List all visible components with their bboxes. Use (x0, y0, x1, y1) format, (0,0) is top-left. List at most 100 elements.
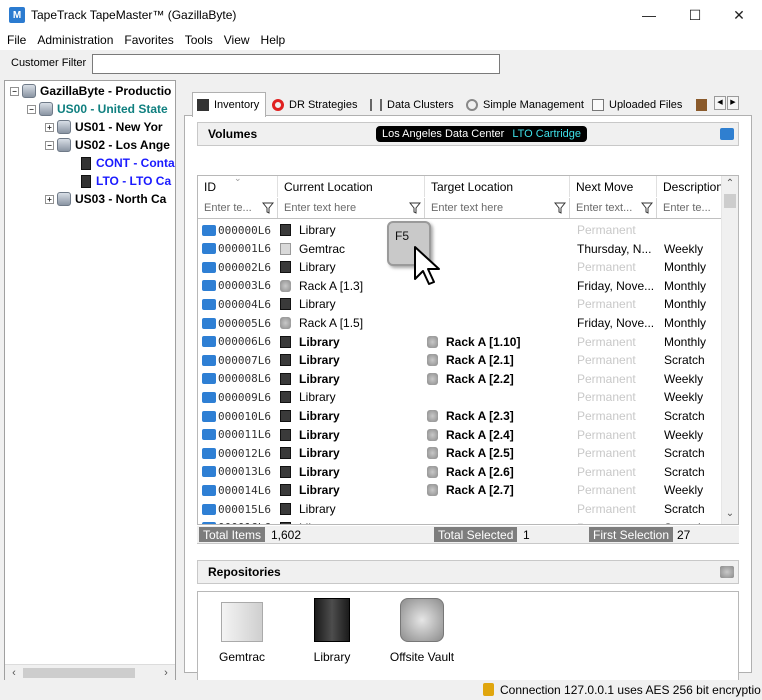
tree-node-us00[interactable]: − US00 - United State (27, 100, 168, 118)
filter-id-input[interactable]: Enter te... (198, 198, 278, 218)
description-cell[interactable]: Scratch (664, 444, 724, 462)
next-move-cell[interactable]: Permanent (577, 407, 657, 425)
filter-description-input[interactable]: Enter te... (657, 198, 723, 218)
target-location-cell[interactable]: Rack A [2.4] (427, 426, 567, 444)
current-location-cell[interactable]: Library (280, 481, 422, 499)
tree-node-us02[interactable]: − US02 - Los Ange (45, 136, 170, 154)
tree-node-us01[interactable]: + US01 - New Yor (45, 118, 163, 136)
target-location-cell[interactable] (427, 295, 567, 313)
volume-id-cell[interactable]: 000002L6 (202, 258, 278, 276)
filter-target-location-input[interactable]: Enter text here (425, 198, 570, 218)
repository-offsite-vault[interactable]: Offsite Vault (382, 598, 462, 664)
table-row[interactable]: 000001L6 Gemtrac Thursday, N... Weekly (198, 240, 723, 258)
repository-library[interactable]: Library (292, 598, 372, 664)
close-button[interactable]: ✕ (716, 0, 762, 30)
volume-id-cell[interactable]: 000014L6 (202, 481, 278, 499)
filter-current-location-input[interactable]: Enter text here (278, 198, 425, 218)
target-location-cell[interactable]: Rack A [2.7] (427, 481, 567, 499)
next-move-cell[interactable]: Permanent (577, 444, 657, 462)
tree-node-us03[interactable]: + US03 - North Ca (45, 190, 166, 208)
target-location-cell[interactable] (427, 519, 567, 524)
column-header-description[interactable]: Description (657, 176, 723, 197)
volume-id-cell[interactable]: 000011L6 (202, 426, 278, 444)
scroll-right-icon[interactable]: › (159, 666, 173, 680)
filter-icon[interactable] (409, 202, 421, 214)
column-header-next-move[interactable]: Next Move (570, 176, 657, 197)
next-move-cell[interactable]: Permanent (577, 295, 657, 313)
volume-id-cell[interactable]: 000005L6 (202, 314, 278, 332)
target-location-cell[interactable]: Rack A [2.1] (427, 351, 567, 369)
tab-inventory[interactable]: Inventory (192, 92, 266, 117)
tab-simple-management[interactable]: Simple Management (462, 94, 584, 116)
next-move-cell[interactable]: Friday, Nove... (577, 277, 657, 295)
current-location-cell[interactable]: Library (280, 333, 422, 351)
current-location-cell[interactable]: Library (280, 407, 422, 425)
description-cell[interactable]: Weekly (664, 426, 724, 444)
volume-id-cell[interactable]: 000013L6 (202, 463, 278, 481)
maximize-button[interactable]: ☐ (672, 0, 718, 30)
expand-icon[interactable]: + (45, 194, 54, 204)
description-cell[interactable]: Scratch (664, 463, 724, 481)
table-row[interactable]: 000010L6 Library Rack A [2.3] Permanent Scra… (198, 407, 723, 425)
table-row[interactable]: 000014L6 Library Rack A [2.7] Permanent Week… (198, 481, 723, 499)
target-location-cell[interactable]: Rack A [2.6] (427, 463, 567, 481)
table-row[interactable]: 000015L6 Library Permanent Scratch (198, 500, 723, 518)
tab-scroll-right-icon[interactable]: ▶ (727, 96, 739, 110)
customer-filter-input[interactable] (92, 54, 500, 74)
volume-id-cell[interactable]: 000000L6 (202, 221, 278, 239)
column-header-current-location[interactable]: Current Location (278, 176, 425, 197)
table-row[interactable]: 000012L6 Library Rack A [2.5] Permanent Scra… (198, 444, 723, 462)
description-cell[interactable] (664, 221, 724, 239)
target-location-cell[interactable] (427, 388, 567, 406)
table-row[interactable]: 000008L6 Library Rack A [2.2] Permanent Week… (198, 370, 723, 388)
collapse-icon[interactable]: − (10, 86, 19, 96)
description-cell[interactable]: Monthly (664, 333, 724, 351)
next-move-cell[interactable]: Permanent (577, 519, 657, 524)
table-row[interactable]: 000003L6 Rack A [1.3] Friday, Nove... Month… (198, 277, 723, 295)
filter-icon[interactable] (554, 202, 566, 214)
target-location-cell[interactable]: Rack A [2.5] (427, 444, 567, 462)
target-location-cell[interactable] (427, 314, 567, 332)
table-row[interactable]: 000009L6 Library Permanent Weekly (198, 388, 723, 406)
current-location-cell[interactable]: Library (280, 426, 422, 444)
volume-id-cell[interactable]: 000010L6 (202, 407, 278, 425)
collapse-icon[interactable]: − (45, 140, 54, 150)
volume-id-cell[interactable]: 000006L6 (202, 333, 278, 351)
next-move-cell[interactable]: Permanent (577, 481, 657, 499)
tree-node-gazillabyte[interactable]: − GazillaByte - Productio (10, 82, 171, 100)
table-row[interactable]: 000002L6 Library Permanent Monthly (198, 258, 723, 276)
scroll-thumb[interactable] (23, 668, 135, 678)
target-location-cell[interactable]: Rack A [1.10] (427, 333, 567, 351)
collapse-icon[interactable]: − (27, 104, 36, 114)
next-move-cell[interactable]: Permanent (577, 370, 657, 388)
tab-scroll-left-icon[interactable]: ◀ (714, 96, 726, 110)
current-location-cell[interactable]: Library (280, 444, 422, 462)
volume-id-cell[interactable]: 000003L6 (202, 277, 278, 295)
scroll-down-icon[interactable]: ⌄ (724, 508, 736, 520)
description-cell[interactable]: Monthly (664, 314, 724, 332)
filter-icon[interactable] (641, 202, 653, 214)
description-cell[interactable]: Scratch (664, 519, 724, 524)
current-location-cell[interactable]: Rack A [1.3] (280, 277, 422, 295)
scroll-left-icon[interactable]: ‹ (7, 666, 21, 680)
current-location-cell[interactable]: Library (280, 370, 422, 388)
next-move-cell[interactable]: Permanent (577, 221, 657, 239)
column-header-target-location[interactable]: Target Location (425, 176, 570, 197)
volume-id-cell[interactable]: 000016L6 (202, 519, 278, 524)
next-move-cell[interactable]: Permanent (577, 333, 657, 351)
description-cell[interactable]: Scratch (664, 407, 724, 425)
table-row[interactable]: 000006L6 Library Rack A [1.10] Permanent Mon… (198, 333, 723, 351)
tree-horizontal-scrollbar[interactable]: ‹ › (5, 664, 175, 681)
menu-favorites[interactable]: Favorites (120, 33, 177, 47)
table-row[interactable]: 000007L6 Library Rack A [2.1] Permanent Scra… (198, 351, 723, 369)
next-move-cell[interactable]: Permanent (577, 500, 657, 518)
current-location-cell[interactable]: Library (280, 351, 422, 369)
target-location-cell[interactable]: Rack A [2.3] (427, 407, 567, 425)
filter-next-move-input[interactable]: Enter text... (570, 198, 657, 218)
current-location-cell[interactable]: Library (280, 388, 422, 406)
volume-id-cell[interactable]: 000009L6 (202, 388, 278, 406)
grid-vertical-scrollbar[interactable]: ⌃ ⌄ (721, 176, 738, 524)
next-move-cell[interactable]: Friday, Nove... (577, 314, 657, 332)
description-cell[interactable]: Weekly (664, 370, 724, 388)
volume-id-cell[interactable]: 000001L6 (202, 240, 278, 258)
